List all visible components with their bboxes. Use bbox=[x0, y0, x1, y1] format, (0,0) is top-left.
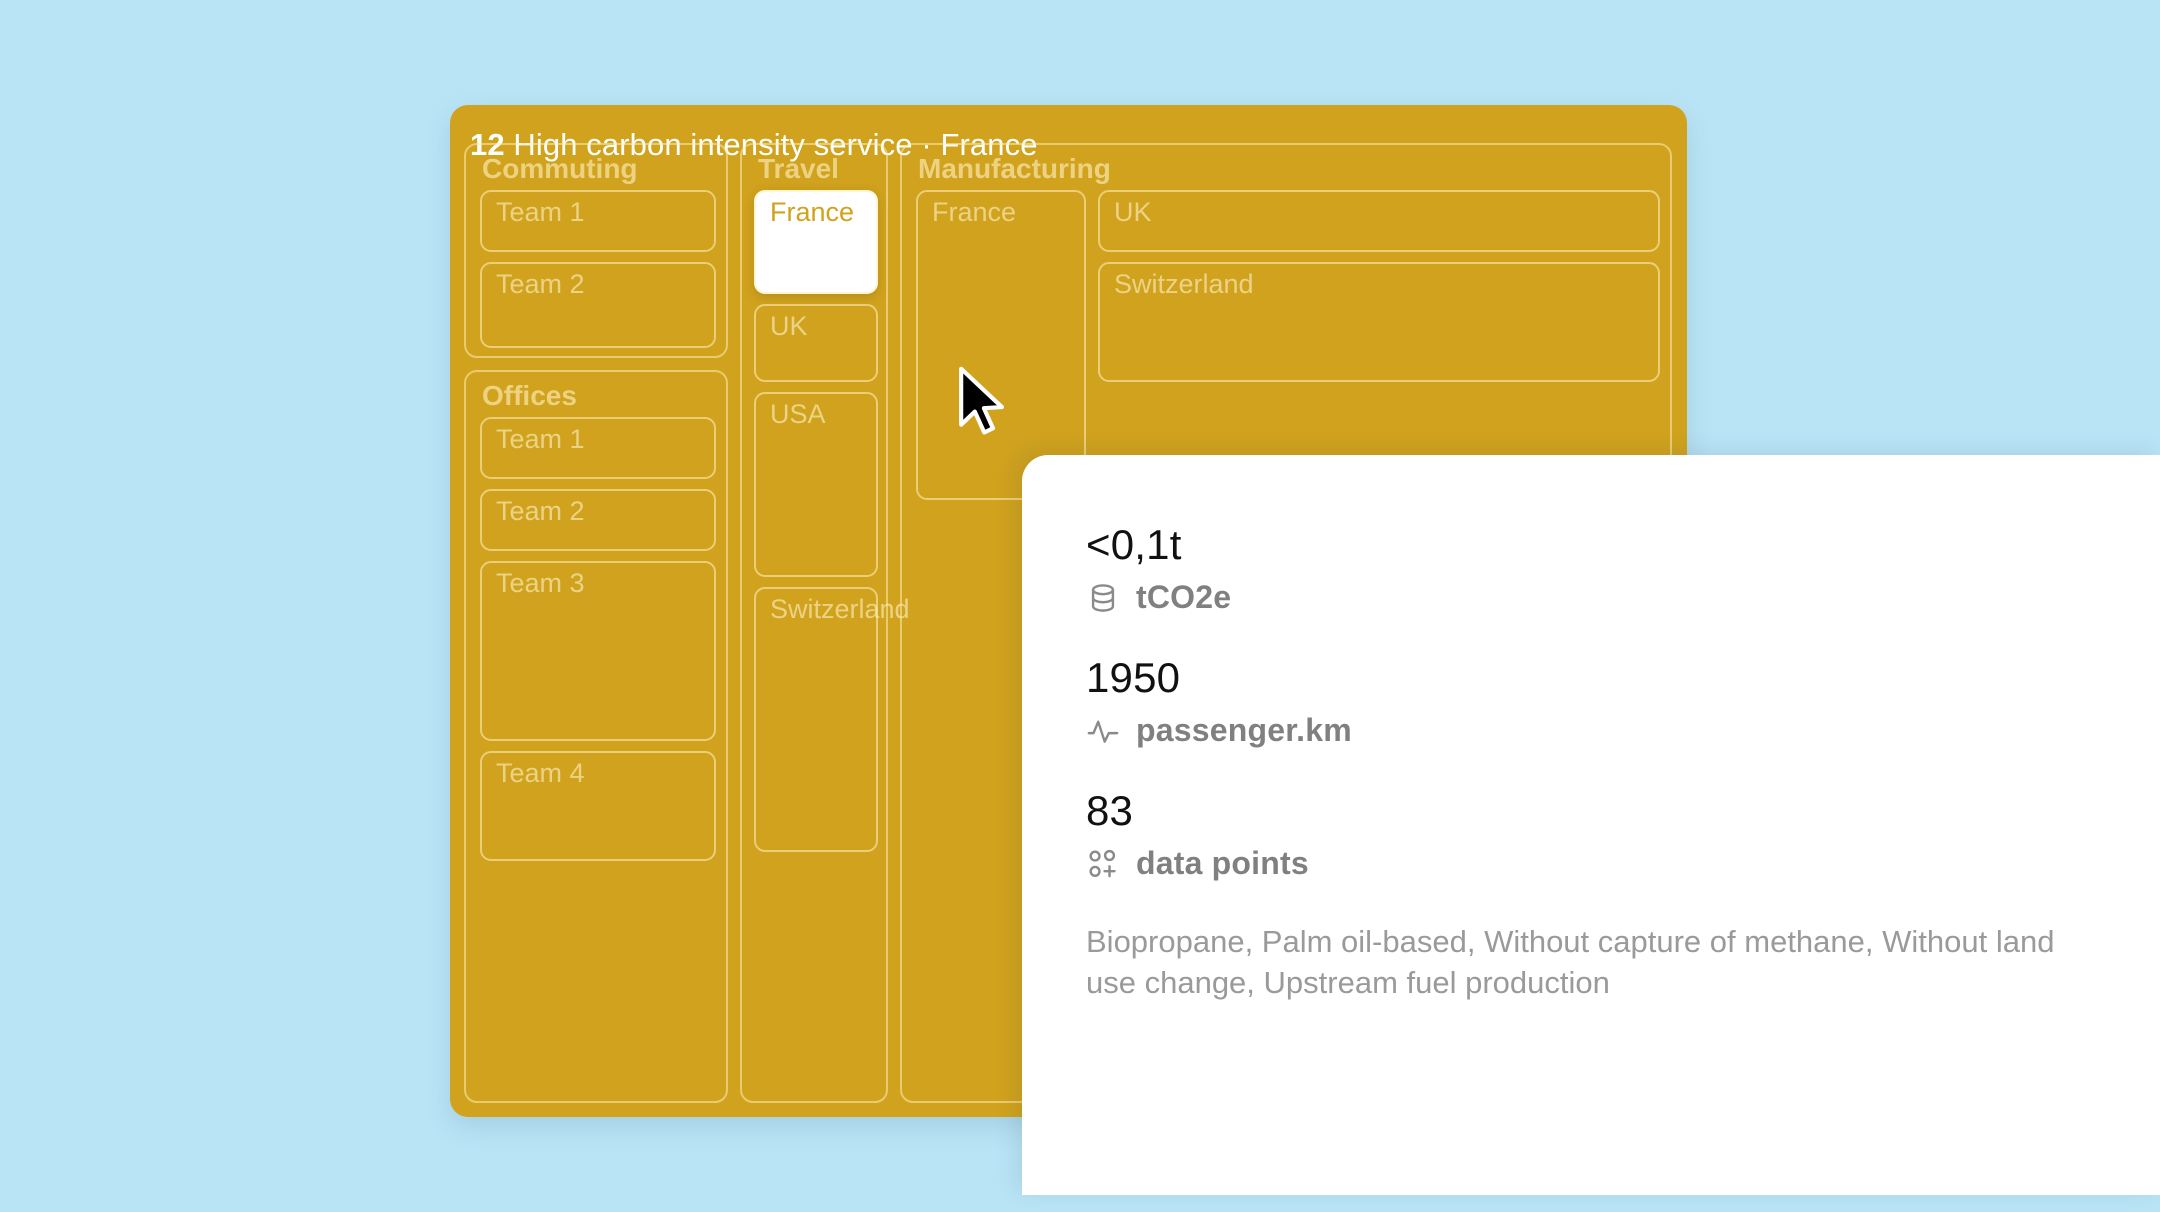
data-points-add-icon bbox=[1086, 847, 1120, 881]
group-title-manufacturing: Manufacturing bbox=[918, 153, 1111, 185]
tile-offices-team-1[interactable]: Team 1 bbox=[480, 417, 716, 479]
detail-tooltip: <0,1t tCO2e 1950 passenger.km 83 bbox=[1022, 455, 2160, 1195]
database-icon bbox=[1086, 581, 1120, 615]
tile-travel-uk[interactable]: UK bbox=[754, 304, 878, 382]
metric-label: tCO2e bbox=[1136, 579, 1231, 616]
tile-travel-france[interactable]: France bbox=[754, 190, 878, 294]
tile-offices-team-4[interactable]: Team 4 bbox=[480, 751, 716, 861]
tile-label: Team 1 bbox=[496, 197, 585, 228]
tile-label: Team 4 bbox=[496, 758, 585, 789]
group-travel[interactable]: Travel France UK USA Switzerland bbox=[740, 143, 888, 1103]
tile-label: Switzerland bbox=[770, 594, 910, 625]
group-title-commuting: Commuting bbox=[482, 153, 638, 185]
tile-label: Team 1 bbox=[496, 424, 585, 455]
tile-offices-team-2[interactable]: Team 2 bbox=[480, 489, 716, 551]
tile-label: Team 3 bbox=[496, 568, 585, 599]
group-title-travel: Travel bbox=[758, 153, 839, 185]
detail-description: Biopropane, Palm oil-based, Without capt… bbox=[1086, 922, 2096, 1004]
tile-label: USA bbox=[770, 399, 826, 430]
metric-label: passenger.km bbox=[1136, 712, 1352, 749]
tile-manufacturing-france[interactable]: France bbox=[916, 190, 1086, 500]
tile-label: Team 2 bbox=[496, 269, 585, 300]
metric-label: data points bbox=[1136, 845, 1309, 882]
tile-label: France bbox=[770, 197, 854, 228]
group-offices[interactable]: Offices Team 1 Team 2 Team 3 Team 4 bbox=[464, 370, 728, 1103]
group-commuting[interactable]: Commuting Team 1 Team 2 bbox=[464, 143, 728, 358]
metric-passenger-km: 1950 passenger.km bbox=[1086, 656, 2104, 749]
metric-tco2e: <0,1t tCO2e bbox=[1086, 523, 2104, 616]
tile-label: Team 2 bbox=[496, 496, 585, 527]
metric-value: 1950 bbox=[1086, 656, 2104, 700]
tile-offices-team-3[interactable]: Team 3 bbox=[480, 561, 716, 741]
group-title-offices: Offices bbox=[482, 380, 577, 412]
tile-label: UK bbox=[770, 311, 808, 342]
tile-manufacturing-uk[interactable]: UK bbox=[1098, 190, 1660, 252]
tile-commuting-team-2[interactable]: Team 2 bbox=[480, 262, 716, 348]
metric-value: <0,1t bbox=[1086, 523, 2104, 567]
tile-travel-switzerland[interactable]: Switzerland bbox=[754, 587, 878, 852]
metric-data-points: 83 data points bbox=[1086, 789, 2104, 882]
tile-label: France bbox=[932, 197, 1016, 228]
tile-label: UK bbox=[1114, 197, 1152, 228]
metric-value: 83 bbox=[1086, 789, 2104, 833]
tile-label: Switzerland bbox=[1114, 269, 1254, 300]
tile-commuting-team-1[interactable]: Team 1 bbox=[480, 190, 716, 252]
tile-travel-usa[interactable]: USA bbox=[754, 392, 878, 577]
activity-pulse-icon bbox=[1086, 714, 1120, 748]
tile-manufacturing-switzerland[interactable]: Switzerland bbox=[1098, 262, 1660, 382]
